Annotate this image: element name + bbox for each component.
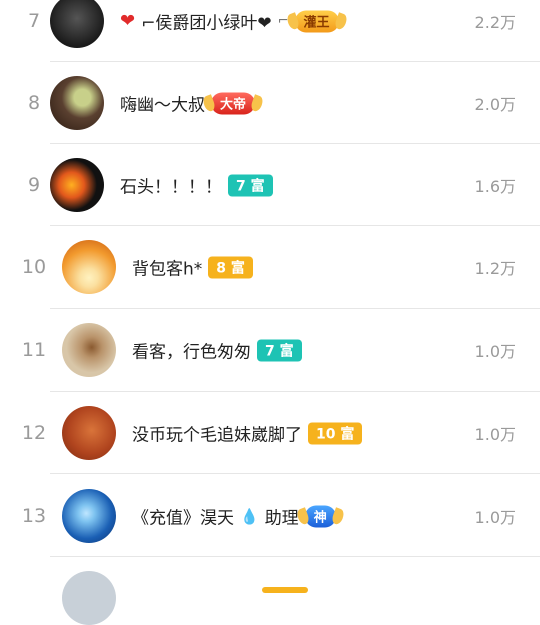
- user-name-text: 没币玩个毛追妹崴脚了: [132, 425, 302, 446]
- user-name-text: 背包客h*: [132, 259, 203, 280]
- level-badge: 7 富: [257, 339, 302, 361]
- user-name-text: 助理: [264, 508, 299, 529]
- avatar[interactable]: [62, 406, 116, 460]
- list-item[interactable]: 10 背包客h* 8 富 1.2万: [0, 226, 540, 308]
- list-item[interactable]: 8 嗨幽～大叔 大帝 2.0万: [0, 62, 540, 144]
- avatar[interactable]: [62, 571, 116, 625]
- avatar[interactable]: [62, 489, 116, 543]
- level-badge: 7 富: [228, 174, 273, 196]
- user-name[interactable]: 《充值》淏天 💧 助理 神: [132, 504, 336, 529]
- user-name-text: 看客，行色匆匆: [132, 342, 251, 363]
- level-badge: 大帝: [211, 92, 256, 114]
- divider: [50, 556, 540, 557]
- amount: 1.0万: [474, 508, 516, 527]
- level-badge: 10 富: [308, 422, 363, 444]
- rank-number: 11: [21, 339, 47, 361]
- rank-number: 10: [21, 256, 47, 278]
- user-name-text: ⌐侯爵团小绿叶❤: [141, 13, 272, 34]
- user-name[interactable]: 没币玩个毛追妹崴脚了 10 富: [132, 421, 363, 446]
- amount: 1.2万: [474, 259, 516, 278]
- level-badge: 灌王: [294, 10, 339, 32]
- amount: 2.0万: [474, 95, 516, 114]
- rank-number: 12: [21, 422, 47, 444]
- list-item[interactable]: 13 《充值》淏天 💧 助理 神 1.0万: [0, 475, 540, 557]
- list-item[interactable]: 12 没币玩个毛追妹崴脚了 10 富 1.0万: [0, 392, 540, 474]
- amount: 1.0万: [474, 425, 516, 444]
- avatar[interactable]: [62, 323, 116, 377]
- level-badge: [262, 587, 308, 593]
- user-name[interactable]: 看客，行色匆匆 7 富: [132, 338, 302, 363]
- divider: [50, 473, 540, 474]
- user-name[interactable]: 嗨幽～大叔 大帝: [120, 91, 256, 116]
- rank-number: 9: [27, 174, 41, 196]
- user-name-text: 《充值》淏天: [132, 508, 234, 529]
- level-badge: 神: [304, 505, 336, 527]
- ranking-list: 7 ❤ ⌐侯爵团小绿叶❤ ⌐ 灌王 2.2万 8 嗨幽～大叔 大帝 2.0万 9…: [0, 0, 540, 625]
- rank-number: 7: [27, 10, 41, 32]
- rank-number: 13: [21, 505, 47, 527]
- avatar[interactable]: [50, 0, 104, 48]
- amount: 2.2万: [474, 13, 516, 32]
- list-item[interactable]: 9 石头！！！！ 7 富 1.6万: [0, 144, 540, 226]
- user-name[interactable]: 背包客h* 8 富: [132, 255, 253, 280]
- level-badge: 8 富: [208, 256, 253, 278]
- avatar[interactable]: [50, 76, 104, 130]
- user-name[interactable]: 石头！！！！ 7 富: [120, 173, 273, 198]
- list-item[interactable]: 11 看客，行色匆匆 7 富 1.0万: [0, 309, 540, 391]
- user-name-text: 石头！！！！: [120, 177, 222, 198]
- water-drop-icon: 💧: [240, 507, 259, 525]
- avatar[interactable]: [62, 240, 116, 294]
- avatar[interactable]: [50, 158, 104, 212]
- rank-number: 8: [27, 92, 41, 114]
- user-name-text: 嗨幽～大叔: [120, 95, 205, 116]
- amount: 1.6万: [474, 177, 516, 196]
- heart-icon: ❤: [120, 10, 136, 32]
- list-item[interactable]: 7 ❤ ⌐侯爵团小绿叶❤ ⌐ 灌王 2.2万: [0, 0, 540, 62]
- user-name[interactable]: ❤ ⌐侯爵团小绿叶❤ ⌐ 灌王: [120, 9, 339, 34]
- amount: 1.0万: [474, 342, 516, 361]
